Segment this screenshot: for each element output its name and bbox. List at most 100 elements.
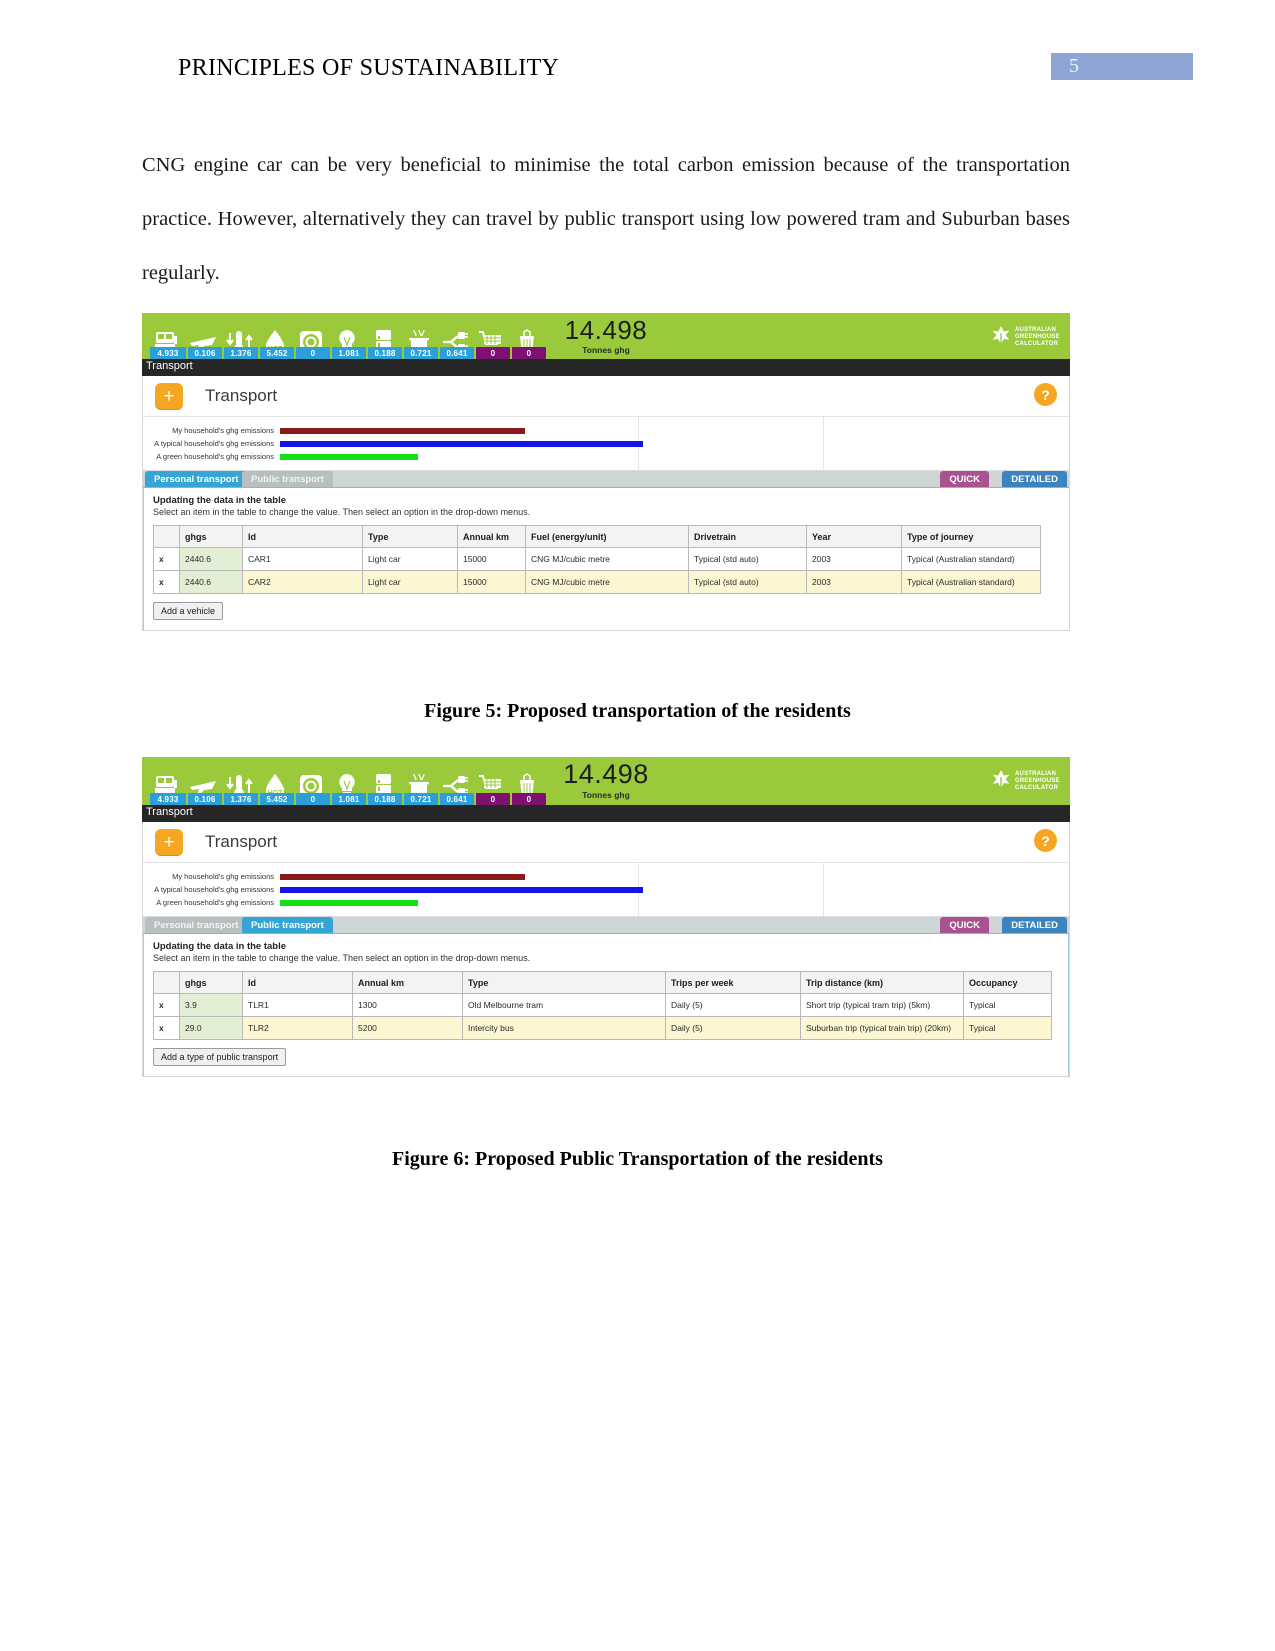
cell-annual-km[interactable]: 15000 [457, 547, 526, 571]
table-row[interactable]: x 2440.6 CAR2 Light car 15000 CNG MJ/cub… [153, 570, 1041, 594]
chip-washing-machine[interactable]: 0 [296, 793, 330, 805]
th-type: Type [462, 971, 666, 994]
cell-annual-km[interactable]: 1300 [352, 993, 463, 1017]
cell-trips-per-week[interactable]: Daily (5) [665, 1016, 801, 1040]
tab-personal-transport[interactable]: Personal transport [145, 471, 248, 487]
cell-type[interactable]: Light car [362, 570, 458, 594]
bar-label-my-household: My household's ghg emissions [172, 426, 274, 435]
help-button[interactable]: ? [1034, 829, 1057, 852]
cell-id[interactable]: CAR2 [242, 570, 363, 594]
cell-type[interactable]: Old Melbourne tram [462, 993, 666, 1017]
cell-occupancy[interactable]: Typical [963, 1016, 1052, 1040]
section-strip: Transport [142, 805, 1070, 822]
cell-year[interactable]: 2003 [806, 547, 902, 571]
chip-airplane[interactable]: 0.106 [188, 347, 222, 359]
page-number-badge: 5 [1051, 53, 1193, 80]
page-number: 5 [1069, 55, 1079, 77]
transport-tab-bar: Personal transport Public transport QUIC… [143, 471, 1069, 488]
tab-detailed[interactable]: DETAILED [1002, 917, 1067, 933]
chip-shopping-cart[interactable]: 0 [476, 793, 510, 805]
section-strip: Transport [142, 359, 1070, 376]
australian-greenhouse-calculator-logo: AUSTRALIAN GREENHOUSE CALCULATOR [990, 761, 1066, 801]
table-header-row: ghgs Id Type Annual km Fuel (energy/unit… [153, 525, 1041, 548]
cell-trips-per-week[interactable]: Daily (5) [665, 993, 801, 1017]
chip-appliances[interactable]: 0.641 [440, 347, 474, 359]
chip-washing-machine[interactable]: 0 [296, 347, 330, 359]
cell-occupancy[interactable]: Typical [963, 993, 1052, 1017]
chip-hot-water[interactable]: 5.452 [260, 793, 294, 805]
cell-type-of-journey[interactable]: Typical (Australian standard) [901, 547, 1041, 571]
add-vehicle-button[interactable]: Add a vehicle [153, 602, 224, 620]
panel-title: Transport [205, 832, 278, 851]
cell-id[interactable]: TLR2 [242, 1016, 353, 1040]
chip-light-bulb[interactable]: 1.081 [332, 793, 366, 805]
help-button[interactable]: ? [1034, 383, 1057, 406]
cell-type-of-journey[interactable]: Typical (Australian standard) [901, 570, 1041, 594]
table-area: Updating the data in the table Select an… [143, 934, 1069, 1076]
chip-car-transport[interactable]: 4.933 [150, 347, 186, 359]
cell-fuel[interactable]: CNG MJ/cubic metre [525, 547, 689, 571]
panel-header: + Transport ? [143, 822, 1069, 863]
chip-light-bulb[interactable]: 1.081 [332, 347, 366, 359]
chip-thermometer[interactable]: 1.376 [224, 347, 258, 359]
cell-fuel[interactable]: CNG MJ/cubic metre [525, 570, 689, 594]
chip-hot-water[interactable]: 5.452 [260, 347, 294, 359]
remove-row-button[interactable]: x [153, 570, 180, 594]
cell-id[interactable]: CAR1 [242, 547, 363, 571]
cell-year[interactable]: 2003 [806, 570, 902, 594]
emission-comparison-chart: My household's ghg emissions A typical h… [143, 863, 1069, 917]
remove-row-button[interactable]: x [153, 993, 180, 1017]
cell-drivetrain[interactable]: Typical (std auto) [688, 547, 807, 571]
cell-ghgs[interactable]: 2440.6 [179, 547, 243, 571]
tab-personal-transport[interactable]: Personal transport [145, 917, 248, 933]
tab-detailed[interactable]: DETAILED [1002, 471, 1067, 487]
table-row[interactable]: x 29.0 TLR2 5200 Intercity bus Daily (5)… [153, 1016, 1052, 1040]
add-expand-button[interactable]: + [155, 829, 183, 855]
tab-quick[interactable]: QUICK [940, 917, 989, 933]
figure6-screenshot: HOT 14.498 Tonnes ghg AUSTRALIAN GREENHO… [142, 757, 1070, 1102]
chip-waste-bin[interactable]: 0 [512, 347, 546, 359]
remove-row-button[interactable]: x [153, 547, 180, 571]
personal-transport-table: ghgs Id Type Annual km Fuel (energy/unit… [153, 525, 1041, 594]
instructions-heading: Updating the data in the table [153, 941, 287, 952]
th-annual-km: Annual km [457, 525, 526, 548]
cell-type[interactable]: Intercity bus [462, 1016, 666, 1040]
th-ghgs: ghgs [179, 971, 243, 994]
figure6-caption: Figure 6: Proposed Public Transportation… [392, 1148, 883, 1170]
chip-appliances[interactable]: 0.641 [440, 793, 474, 805]
cell-ghgs[interactable]: 29.0 [179, 1016, 243, 1040]
tab-quick[interactable]: QUICK [940, 471, 989, 487]
chip-shopping-cart[interactable]: 0 [476, 347, 510, 359]
remove-row-button[interactable]: x [153, 1016, 180, 1040]
cell-ghgs[interactable]: 2440.6 [179, 570, 243, 594]
th-trip-distance: Trip distance (km) [800, 971, 964, 994]
figure5-screenshot: HOT 14.498 Tonnes ghg AUSTRALIAN GREENHO… [142, 313, 1070, 653]
panel-header: + Transport ? [143, 376, 1069, 417]
cell-annual-km[interactable]: 15000 [457, 570, 526, 594]
cell-ghgs[interactable]: 3.9 [179, 993, 243, 1017]
add-expand-button[interactable]: + [155, 383, 183, 409]
chip-refrigerator[interactable]: 0.188 [368, 793, 402, 805]
cell-trip-distance[interactable]: Short trip (typical tram trip) (5km) [800, 993, 964, 1017]
logo-line-1: AUSTRALIAN [1015, 326, 1056, 333]
cell-id[interactable]: TLR1 [242, 993, 353, 1017]
tab-public-transport[interactable]: Public transport [242, 917, 333, 933]
chip-waste-bin[interactable]: 0 [512, 793, 546, 805]
chip-cooking-pot[interactable]: 0.721 [404, 347, 438, 359]
table-row[interactable]: x 2440.6 CAR1 Light car 15000 CNG MJ/cub… [153, 547, 1041, 571]
cell-type[interactable]: Light car [362, 547, 458, 571]
bar-fill-my-household [280, 427, 525, 434]
chip-thermometer[interactable]: 1.376 [224, 793, 258, 805]
cell-trip-distance[interactable]: Suburban trip (typical train trip) (20km… [800, 1016, 964, 1040]
cell-drivetrain[interactable]: Typical (std auto) [688, 570, 807, 594]
th-annual-km: Annual km [352, 971, 463, 994]
add-public-transport-button[interactable]: Add a type of public transport [153, 1048, 287, 1066]
chip-cooking-pot[interactable]: 0.721 [404, 793, 438, 805]
table-row[interactable]: x 3.9 TLR1 1300 Old Melbourne tram Daily… [153, 993, 1052, 1017]
cell-annual-km[interactable]: 5200 [352, 1016, 463, 1040]
chip-car-transport[interactable]: 4.933 [150, 793, 186, 805]
tab-public-transport[interactable]: Public transport [242, 471, 333, 487]
chip-airplane[interactable]: 0.106 [188, 793, 222, 805]
chip-refrigerator[interactable]: 0.188 [368, 347, 402, 359]
transport-panel: + Transport ? My household's ghg emissio… [142, 822, 1070, 1077]
